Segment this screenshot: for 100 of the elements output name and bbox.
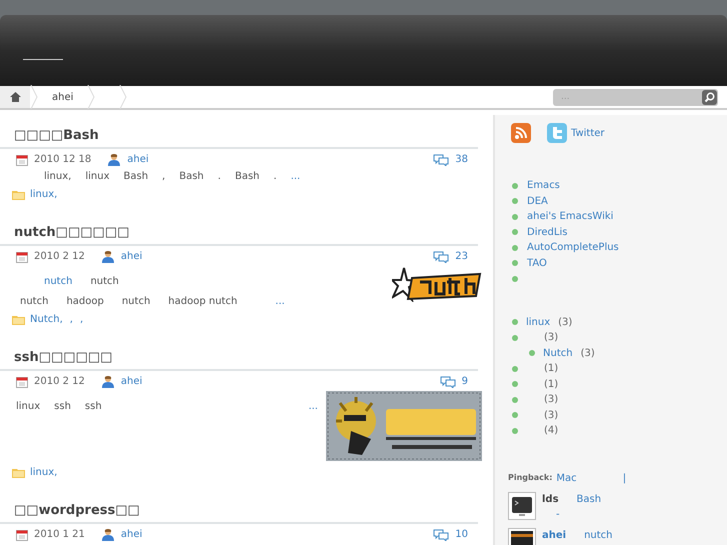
category-link[interactable]: linux [526, 314, 550, 330]
category-count: (1) [544, 362, 558, 376]
category-link[interactable]: Nutch [543, 346, 573, 361]
comment-post-link[interactable]: Bash [576, 492, 602, 506]
bullet-icon [512, 319, 518, 326]
home-button[interactable] [0, 86, 30, 108]
excerpt-text: ssh [54, 401, 71, 413]
read-more-link[interactable]: ... [308, 401, 318, 413]
post-date: 2010 2 12 [34, 375, 85, 389]
comments-icon [433, 250, 450, 262]
user-icon [100, 250, 115, 263]
post-title[interactable]: □□□□Bash [14, 128, 99, 143]
tag-link[interactable]: , [70, 314, 73, 326]
excerpt-text: hadoop [66, 296, 104, 308]
blogroll-link[interactable]: TAO [527, 256, 547, 271]
tag-link[interactable]: , [80, 314, 84, 326]
excerpt-text: nutch [90, 276, 119, 288]
category-count: (3) [544, 393, 558, 408]
comment-count[interactable]: 9 [462, 374, 468, 389]
excerpt-text: Bash [234, 171, 260, 183]
excerpt-text: Bash [179, 171, 204, 183]
user-icon [107, 153, 122, 166]
pingback-label: Pingback: [508, 472, 552, 484]
blogroll-link[interactable]: ahei's EmacsWiki [527, 209, 614, 224]
calendar-icon [16, 528, 28, 540]
excerpt-text: . [218, 171, 221, 183]
twitter-link[interactable]: Twitter [571, 126, 605, 140]
author-link[interactable]: ahei [120, 249, 142, 264]
post-date: 2010 12 18 [34, 153, 92, 167]
comments-icon [440, 376, 456, 388]
folder-icon [12, 315, 25, 325]
excerpt-text: . [274, 171, 277, 183]
comment-count[interactable]: 23 [455, 249, 468, 264]
read-more-link[interactable]: ... [290, 171, 300, 183]
chevron-icon [119, 85, 128, 109]
bullet-icon [512, 412, 518, 418]
tag-link[interactable]: linux, [30, 467, 58, 479]
search-field[interactable]: ... [553, 88, 701, 106]
comment-count[interactable]: 38 [455, 152, 468, 167]
excerpt-text: ssh [84, 401, 102, 413]
folder-icon [12, 190, 25, 200]
read-more-link[interactable]: ... [275, 296, 285, 308]
excerpt-text: linux [85, 171, 110, 183]
blogroll-link[interactable]: DEA [527, 194, 548, 209]
bullet-icon [512, 334, 518, 341]
post-date: 2010 1 21 [34, 528, 85, 542]
author-link[interactable]: ahei [120, 374, 142, 389]
category-count: (1) [544, 378, 558, 392]
excerpt-text: hadoop nutch [168, 296, 238, 308]
search-button[interactable] [701, 88, 718, 106]
comment-post-link[interactable]: nutch [584, 528, 613, 542]
bullet-icon [512, 260, 518, 266]
blogroll-link[interactable]: AutoCompletePlus [527, 240, 619, 256]
pingback-link[interactable]: Mac [556, 470, 577, 486]
breadcrumb-link[interactable]: ahei [38, 90, 88, 104]
author-link[interactable]: ahei [120, 527, 142, 542]
excerpt-text: nutch [122, 296, 150, 308]
bullet-icon [512, 276, 518, 282]
bullet-icon [512, 366, 518, 372]
bullet-icon [529, 350, 535, 356]
comment-author: lds [542, 492, 559, 506]
blogroll-link[interactable]: Emacs [527, 178, 560, 194]
user-icon [100, 375, 115, 388]
excerpt-link[interactable]: nutch [44, 276, 72, 288]
category-count: (3) [580, 346, 595, 361]
bullet-icon [512, 214, 518, 220]
user-icon [100, 528, 115, 541]
bullet-icon [512, 182, 518, 189]
comment-note: - [555, 508, 561, 522]
tag-link[interactable]: linux, [30, 189, 58, 201]
chevron-icon [87, 85, 96, 109]
excerpt-text: , [162, 171, 166, 183]
post-date: 2010 2 12 [34, 250, 85, 264]
calendar-icon [16, 154, 28, 166]
author-link[interactable]: ahei [127, 152, 149, 167]
excerpt-text: linux, [44, 171, 72, 183]
rss-icon[interactable] [511, 123, 531, 143]
category-count: (4) [544, 424, 558, 438]
calendar-icon [16, 376, 28, 388]
post-title[interactable]: □□wordpress□□ [14, 503, 140, 518]
post-title[interactable]: nutch□□□□□□ [14, 225, 130, 240]
comment-author: ahei [542, 528, 566, 542]
folder-icon [12, 468, 25, 478]
bullet-icon [512, 428, 518, 434]
post-title[interactable]: ssh□□□□□□ [14, 350, 112, 365]
category-count: (3) [558, 316, 572, 330]
bullet-icon [512, 396, 518, 403]
category-count: (3) [544, 408, 558, 423]
excerpt-text: linux [16, 401, 40, 413]
excerpt-text: Bash [124, 171, 148, 183]
search-icon [702, 90, 717, 104]
bullet-icon [512, 244, 518, 251]
comments-icon [433, 528, 450, 540]
chevron-icon [30, 85, 38, 109]
blogroll-link[interactable]: DiredLis [527, 224, 568, 240]
separator-link[interactable]: | [622, 470, 626, 486]
bullet-icon [512, 229, 518, 236]
tag-link[interactable]: Nutch, [30, 314, 63, 326]
comment-count[interactable]: 10 [455, 527, 468, 542]
excerpt-text: nutch [20, 296, 48, 308]
